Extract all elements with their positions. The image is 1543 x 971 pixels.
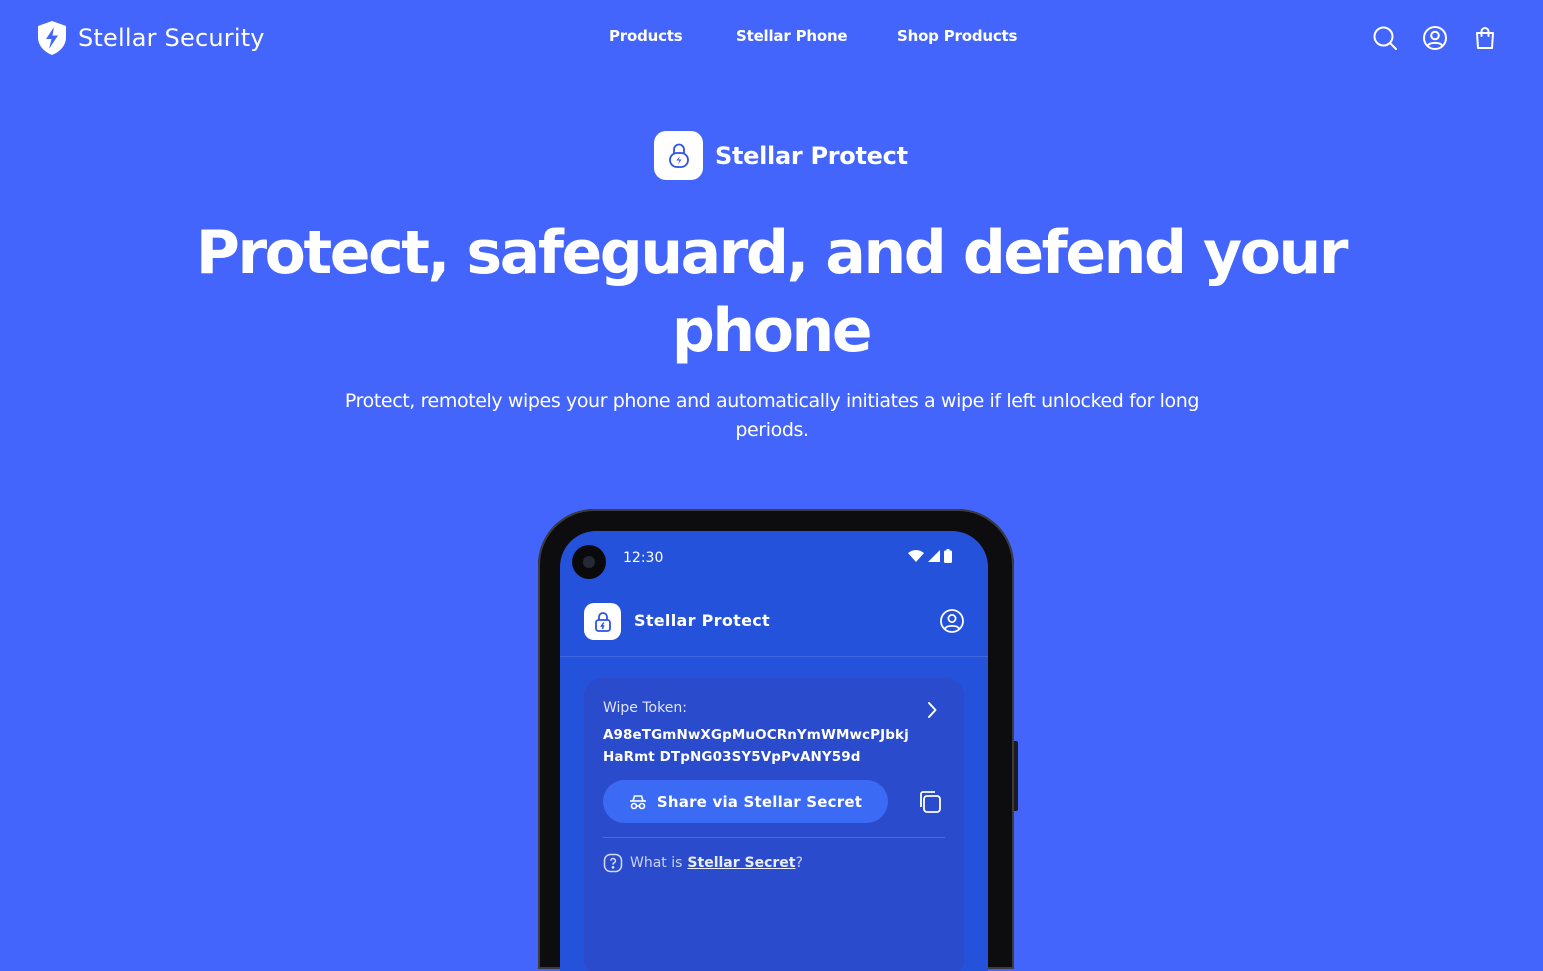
help-suffix: ?	[795, 855, 803, 871]
top-nav: Stellar Security Products Stellar Phone …	[0, 0, 1543, 78]
hero-headline: Protect, safeguard, and defend your phon…	[195, 218, 1349, 366]
profile-icon[interactable]	[938, 607, 966, 635]
nav-link-products[interactable]: Products	[609, 27, 683, 45]
shield-logo-icon	[38, 21, 66, 55]
phone-screen: 12:30 Stellar Protect Wipe Token: A98eTG…	[560, 531, 988, 971]
search-icon[interactable]	[1371, 24, 1399, 52]
copy-icon[interactable]	[915, 787, 945, 817]
nav-link-shop-products[interactable]: Shop Products	[897, 27, 1017, 45]
divider	[603, 837, 945, 838]
question-icon	[603, 853, 623, 873]
wifi-icon	[908, 550, 924, 562]
brand-logo-link[interactable]: Stellar Security	[36, 20, 265, 56]
product-name: Stellar Protect	[715, 141, 908, 170]
phone-mockup: 12:30 Stellar Protect Wipe Token: A98eTG…	[538, 509, 1018, 971]
lock-bolt-icon	[654, 131, 703, 180]
token-value: A98eTGmNwXGpMuOCRnYmWMwcPJbkjHaRmt DTpNG…	[603, 727, 909, 765]
nav-actions	[1371, 24, 1499, 52]
phone-side-button	[1014, 741, 1018, 811]
incognito-icon	[629, 794, 646, 809]
lock-app-icon	[584, 603, 621, 640]
token-label: Wipe Token:	[603, 700, 687, 716]
product-badge: Stellar Protect	[654, 131, 908, 180]
chevron-right-icon[interactable]	[920, 698, 944, 722]
help-prefix: What is	[630, 855, 683, 871]
share-button-label: Share via Stellar Secret	[656, 792, 863, 811]
share-via-stellar-secret-button[interactable]: Share via Stellar Secret	[603, 780, 888, 823]
battery-icon	[944, 549, 952, 563]
account-icon[interactable]	[1421, 24, 1449, 52]
app-bar: Stellar Protect	[560, 591, 988, 657]
wipe-token-card: Wipe Token: A98eTGmNwXGpMuOCRnYmWMwcPJbk…	[584, 678, 964, 971]
stellar-secret-link[interactable]: Stellar Secret	[687, 855, 795, 871]
status-time: 12:30	[623, 550, 664, 566]
status-icons	[908, 549, 952, 563]
hero-subheadline: Protect, remotely wipes your phone and a…	[344, 390, 1200, 441]
camera-icon	[572, 545, 606, 579]
cart-icon[interactable]	[1471, 24, 1499, 52]
help-row: What is Stellar Secret ?	[603, 853, 803, 873]
signal-icon	[928, 550, 940, 562]
nav-link-stellar-phone[interactable]: Stellar Phone	[736, 27, 848, 45]
app-title: Stellar Protect	[634, 611, 770, 630]
brand-name: Stellar Security	[78, 24, 265, 52]
